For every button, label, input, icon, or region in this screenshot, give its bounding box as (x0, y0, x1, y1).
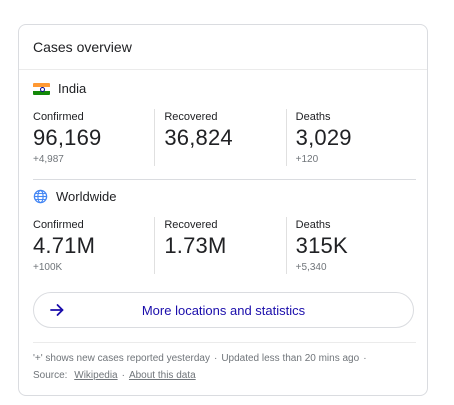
region-divider (33, 179, 416, 180)
separator: · (363, 353, 367, 364)
card-title: Cases overview (33, 39, 132, 55)
more-locations-button[interactable]: More locations and statistics (33, 292, 414, 328)
separator: · (213, 353, 218, 364)
stat-label: Confirmed (33, 111, 84, 123)
stat-value: 315K (295, 233, 348, 258)
stat-label: Recovered (164, 111, 218, 123)
region-header-worldwide: Worldwide (33, 189, 116, 204)
title-divider (19, 69, 427, 70)
stat-value: 1.73M (164, 233, 227, 258)
footer-note: '+' shows new cases reported yesterday (33, 353, 210, 364)
separator: · (121, 370, 125, 381)
stat-value: 36,824 (164, 125, 233, 150)
stat-delta (164, 154, 285, 166)
india-deaths: Deaths 3,029 +120 (285, 109, 417, 166)
updated-text: Updated less than 20 mins ago (221, 353, 360, 364)
source-label: Source: (33, 370, 68, 381)
region-name: Worldwide (56, 189, 117, 204)
stat-delta: +120 (295, 154, 319, 165)
stat-value: 96,169 (33, 125, 102, 150)
india-flag-icon (33, 82, 50, 95)
wikipedia-link[interactable]: Wikipedia (74, 370, 117, 381)
stat-label: Deaths (295, 111, 331, 123)
footer-divider (33, 342, 416, 343)
stat-label: Deaths (295, 219, 331, 231)
footer-source-line: Source: Wikipedia · About this data (33, 370, 196, 381)
region-header-india: India (33, 81, 86, 96)
stat-label: Confirmed (33, 219, 84, 231)
india-confirmed: Confirmed 96,169 +4,987 (33, 109, 154, 166)
worldwide-confirmed: Confirmed 4.71M +100K (33, 217, 154, 274)
stat-delta: +100K (33, 262, 63, 273)
stat-delta (164, 262, 285, 274)
india-stats: Confirmed 96,169 +4,987 Recovered 36,824… (33, 109, 417, 166)
cases-overview-card: Cases overview India Confirmed 96,169 +4… (18, 24, 428, 396)
about-data-link[interactable]: About this data (129, 370, 196, 381)
worldwide-deaths: Deaths 315K +5,340 (285, 217, 417, 274)
region-name: India (58, 81, 87, 96)
more-locations-label: More locations and statistics (141, 302, 306, 318)
stat-label: Recovered (164, 219, 218, 231)
stat-delta: +4,987 (33, 154, 64, 165)
footer-note-line: '+' shows new cases reported yesterday · U… (33, 353, 371, 364)
worldwide-recovered: Recovered 1.73M (154, 217, 285, 274)
india-recovered: Recovered 36,824 (154, 109, 285, 166)
stat-value: 4.71M (33, 233, 96, 258)
stat-delta: +5,340 (295, 262, 327, 273)
globe-icon (33, 189, 48, 204)
worldwide-stats: Confirmed 4.71M +100K Recovered 1.73M De… (33, 217, 417, 274)
stat-value: 3,029 (295, 125, 352, 150)
